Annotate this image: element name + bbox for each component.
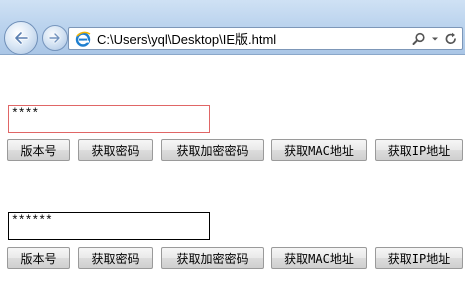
version-button[interactable]: 版本号 [7,139,70,161]
get-password-button[interactable]: 获取密码 [78,247,153,269]
version-button[interactable]: 版本号 [7,247,70,269]
back-arrow-icon [14,31,29,45]
get-password-button[interactable]: 获取密码 [78,139,153,161]
forward-button[interactable] [42,25,68,51]
search-icon[interactable] [412,31,426,47]
password-field-2[interactable]: ****** [8,212,210,240]
get-mac-address-button[interactable]: 获取MAC地址 [271,139,367,161]
get-encrypted-password-button[interactable]: 获取加密密码 [161,247,264,269]
get-ip-address-button[interactable]: 获取IP地址 [375,139,463,161]
forward-arrow-icon [48,32,61,44]
refresh-icon[interactable] [444,31,458,47]
address-url: C:\Users\yql\Desktop\IE版.html [97,32,277,47]
ie-page-icon [75,31,91,47]
address-bar[interactable]: C:\Users\yql\Desktop\IE版.html [68,27,463,50]
back-button[interactable] [4,21,38,55]
get-ip-address-button[interactable]: 获取IP地址 [375,247,463,269]
dropdown-arrow-icon[interactable] [428,31,442,47]
password-field-1[interactable]: **** [8,105,210,133]
get-mac-address-button[interactable]: 获取MAC地址 [271,247,367,269]
get-encrypted-password-button[interactable]: 获取加密密码 [161,139,264,161]
browser-toolbar: C:\Users\yql\Desktop\IE版.html [0,0,465,55]
